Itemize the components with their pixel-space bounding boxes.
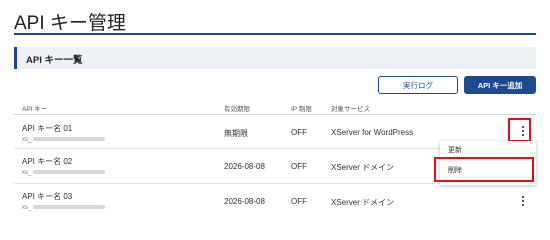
ip-restriction-cell: OFF (291, 128, 307, 137)
section-title: API キー一覧 (26, 55, 83, 66)
menu-item-update[interactable]: 更新 (448, 145, 462, 155)
expiry-cell: 2026-08-08 (224, 162, 265, 171)
masked-key-value (33, 137, 106, 142)
expiry-cell: 2026-08-08 (224, 197, 265, 206)
api-key-id: xs_ (22, 170, 106, 176)
column-header-ip-restriction: IP 制限 (291, 106, 312, 113)
add-api-key-button[interactable]: API キー追加 (464, 76, 536, 94)
api-key-id: xs_ (22, 137, 106, 143)
api-key-name: API キー名 02 (22, 157, 73, 166)
target-service-cell: XServer for WordPress (331, 128, 414, 137)
ip-restriction-cell: OFF (291, 162, 307, 171)
expiry-cell: 無期限 (224, 129, 248, 138)
ip-restriction-cell: OFF (291, 197, 307, 206)
title-divider (14, 33, 536, 35)
highlight-box-delete (434, 157, 534, 182)
highlight-box-menu-button (508, 118, 531, 142)
column-header-api-key: API キー (22, 106, 48, 113)
table-header-divider (14, 114, 536, 115)
section-header: API キー一覧 (14, 47, 536, 69)
column-header-expiry: 有効期限 (224, 106, 250, 113)
execution-log-button[interactable]: 実行ログ (378, 76, 458, 94)
more-options-icon[interactable] (517, 194, 529, 208)
masked-key-value (33, 170, 106, 175)
masked-key-value (33, 205, 106, 210)
api-key-name: API キー名 01 (22, 124, 73, 133)
page-title: API キー管理 (14, 13, 126, 34)
api-key-name: API キー名 03 (22, 192, 73, 201)
target-service-cell: XServer ドメイン (331, 163, 395, 172)
column-header-target-service: 対象サービス (331, 106, 370, 113)
api-key-id: xs_ (22, 205, 106, 211)
target-service-cell: XServer ドメイン (331, 198, 395, 207)
